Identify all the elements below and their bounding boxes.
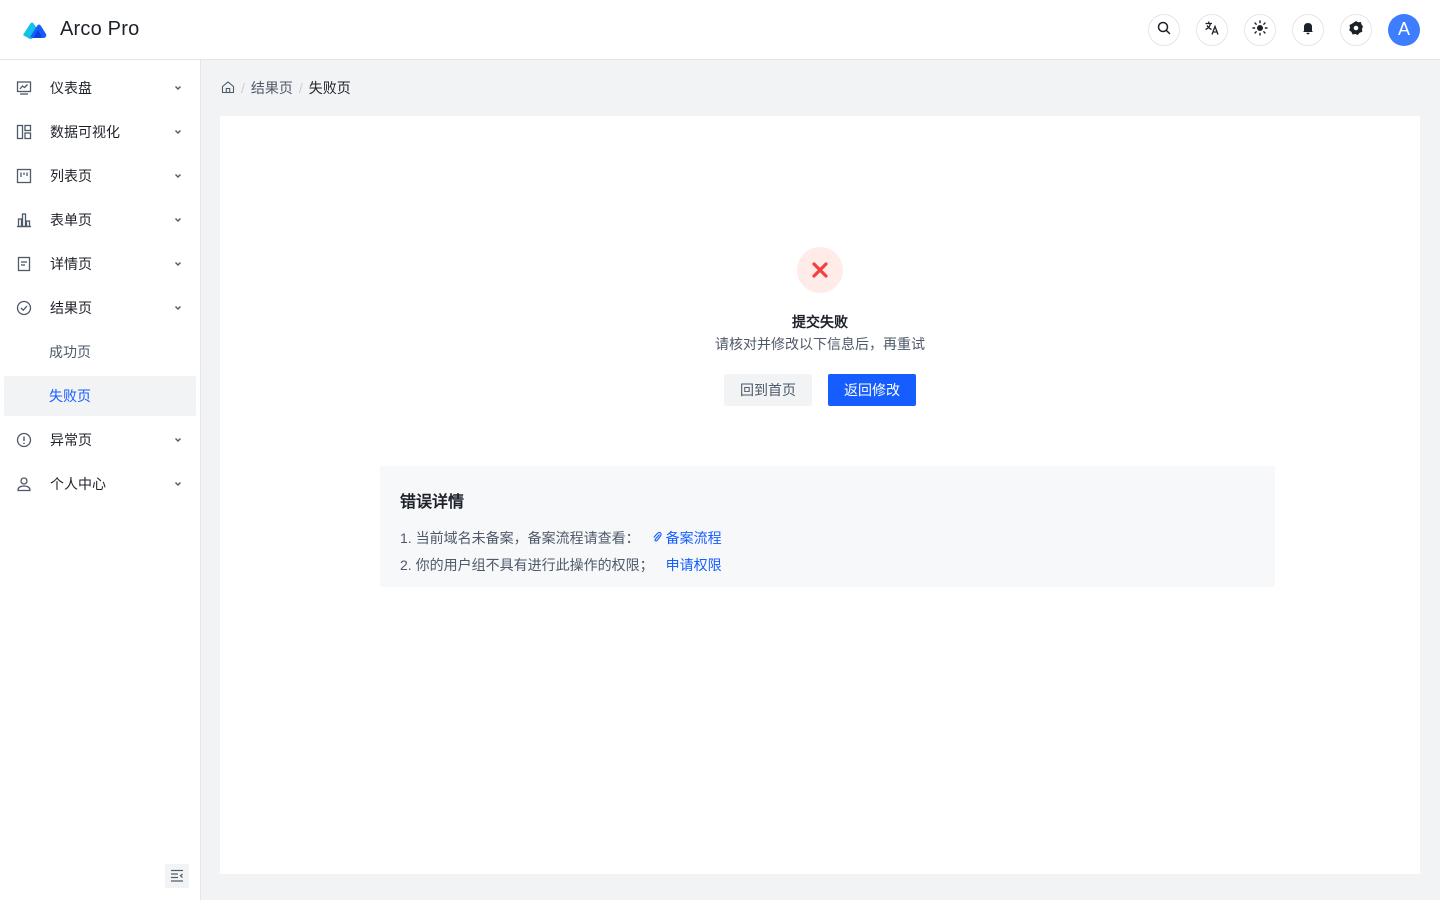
sidebar-item-detail[interactable]: 详情页 <box>4 244 196 284</box>
arco-logo-icon <box>20 16 48 44</box>
chevron-down-icon <box>172 214 184 226</box>
theme-toggle-button[interactable] <box>1244 13 1276 46</box>
sidebar-item-form[interactable]: 表单页 <box>4 200 196 240</box>
translate-icon <box>1204 20 1220 39</box>
search-button[interactable] <box>1148 13 1180 46</box>
check-circle-icon <box>16 300 32 316</box>
chevron-down-icon <box>172 258 184 270</box>
layout-icon <box>16 124 32 140</box>
sidebar-item-label: 表单页 <box>50 212 92 228</box>
sidebar-item-label: 数据可视化 <box>50 124 120 140</box>
sidebar-item-dashboard[interactable]: 仪表盘 <box>4 68 196 108</box>
breadcrumb-separator: / <box>241 80 245 96</box>
exclamation-circle-icon <box>16 432 32 448</box>
result-actions: 回到首页 返回修改 <box>220 374 1420 406</box>
result-subtitle: 请核对并修改以下信息后，再重试 <box>715 336 925 352</box>
sidebar-subitem-success[interactable]: 成功页 <box>4 332 196 372</box>
sidebar-item-label: 仪表盘 <box>50 80 92 96</box>
sidebar-item-visualization[interactable]: 数据可视化 <box>4 112 196 152</box>
collapse-sidebar-button[interactable] <box>165 864 189 888</box>
error-details-title: 错误详情 <box>400 494 465 511</box>
detail-text: 1. 当前域名未备案，备案流程请查看： <box>400 529 640 546</box>
language-button[interactable] <box>1196 13 1228 46</box>
chevron-down-icon <box>172 126 184 138</box>
navbar: Arco Pro A <box>0 0 1440 60</box>
sidebar-item-label: 列表页 <box>50 168 92 184</box>
detail-text: 2. 你的用户组不具有进行此操作的权限； <box>400 556 654 573</box>
breadcrumb-current: 失败页 <box>308 80 351 96</box>
gear-icon <box>1348 20 1364 39</box>
sidebar: 仪表盘 数据可视化 列表页 表单页 详情页 结果页 成功页 失败页 异常页 个人… <box>0 60 201 900</box>
nav-tools: A <box>1148 13 1420 46</box>
breadcrumb: / 结果页 / 失败页 <box>221 78 351 98</box>
chevron-down-icon <box>172 478 184 490</box>
sidebar-item-exception[interactable]: 异常页 <box>4 420 196 460</box>
apply-permission-link[interactable]: 申请权限 <box>666 555 722 575</box>
chevron-down-icon <box>172 302 184 314</box>
avatar[interactable]: A <box>1388 13 1420 46</box>
sidebar-item-list[interactable]: 列表页 <box>4 156 196 196</box>
bell-icon <box>1301 21 1315 38</box>
error-status-icon <box>797 247 843 293</box>
chevron-down-icon <box>172 82 184 94</box>
result-card: 提交失败 请核对并修改以下信息后，再重试 回到首页 返回修改 错误详情 1. 当… <box>220 116 1420 874</box>
back-edit-button[interactable]: 返回修改 <box>828 374 916 406</box>
search-icon <box>1157 21 1171 38</box>
list-icon <box>16 168 32 184</box>
breadcrumb-level1[interactable]: 结果页 <box>251 78 293 98</box>
error-details: 错误详情 1. 当前域名未备案，备案流程请查看： 备案流程 2. 你的用户组不具… <box>380 466 1275 587</box>
menu-fold-icon <box>170 868 184 885</box>
brand[interactable]: Arco Pro <box>20 16 139 44</box>
result-title: 提交失败 <box>792 314 848 330</box>
back-home-button[interactable]: 回到首页 <box>724 374 812 406</box>
file-icon <box>16 256 32 272</box>
sun-icon <box>1252 20 1268 39</box>
notifications-button[interactable] <box>1292 13 1324 46</box>
home-icon[interactable] <box>221 80 235 97</box>
filing-process-link[interactable]: 备案流程 <box>652 528 722 548</box>
sidebar-item-label: 个人中心 <box>50 476 106 492</box>
error-detail-line-2: 2. 你的用户组不具有进行此操作的权限； 申请权限 <box>400 551 1255 578</box>
settings-button[interactable] <box>1340 13 1372 46</box>
dashboard-icon <box>16 80 32 96</box>
user-icon <box>16 476 32 492</box>
sidebar-subitem-fail[interactable]: 失败页 <box>4 376 196 416</box>
sidebar-item-result[interactable]: 结果页 <box>4 288 196 328</box>
error-detail-line-1: 1. 当前域名未备案，备案流程请查看： 备案流程 <box>400 524 1255 551</box>
sidebar-item-label: 结果页 <box>50 300 92 316</box>
chevron-down-icon <box>172 434 184 446</box>
sidebar-item-label: 详情页 <box>50 256 92 272</box>
filing-process-label: 备案流程 <box>665 529 722 546</box>
sidebar-item-user-center[interactable]: 个人中心 <box>4 464 196 504</box>
link-icon <box>652 530 662 546</box>
app-name: Arco Pro <box>60 18 140 40</box>
bar-chart-icon <box>16 212 32 228</box>
sidebar-item-label: 异常页 <box>50 432 92 448</box>
chevron-down-icon <box>172 170 184 182</box>
breadcrumb-separator: / <box>298 80 303 96</box>
